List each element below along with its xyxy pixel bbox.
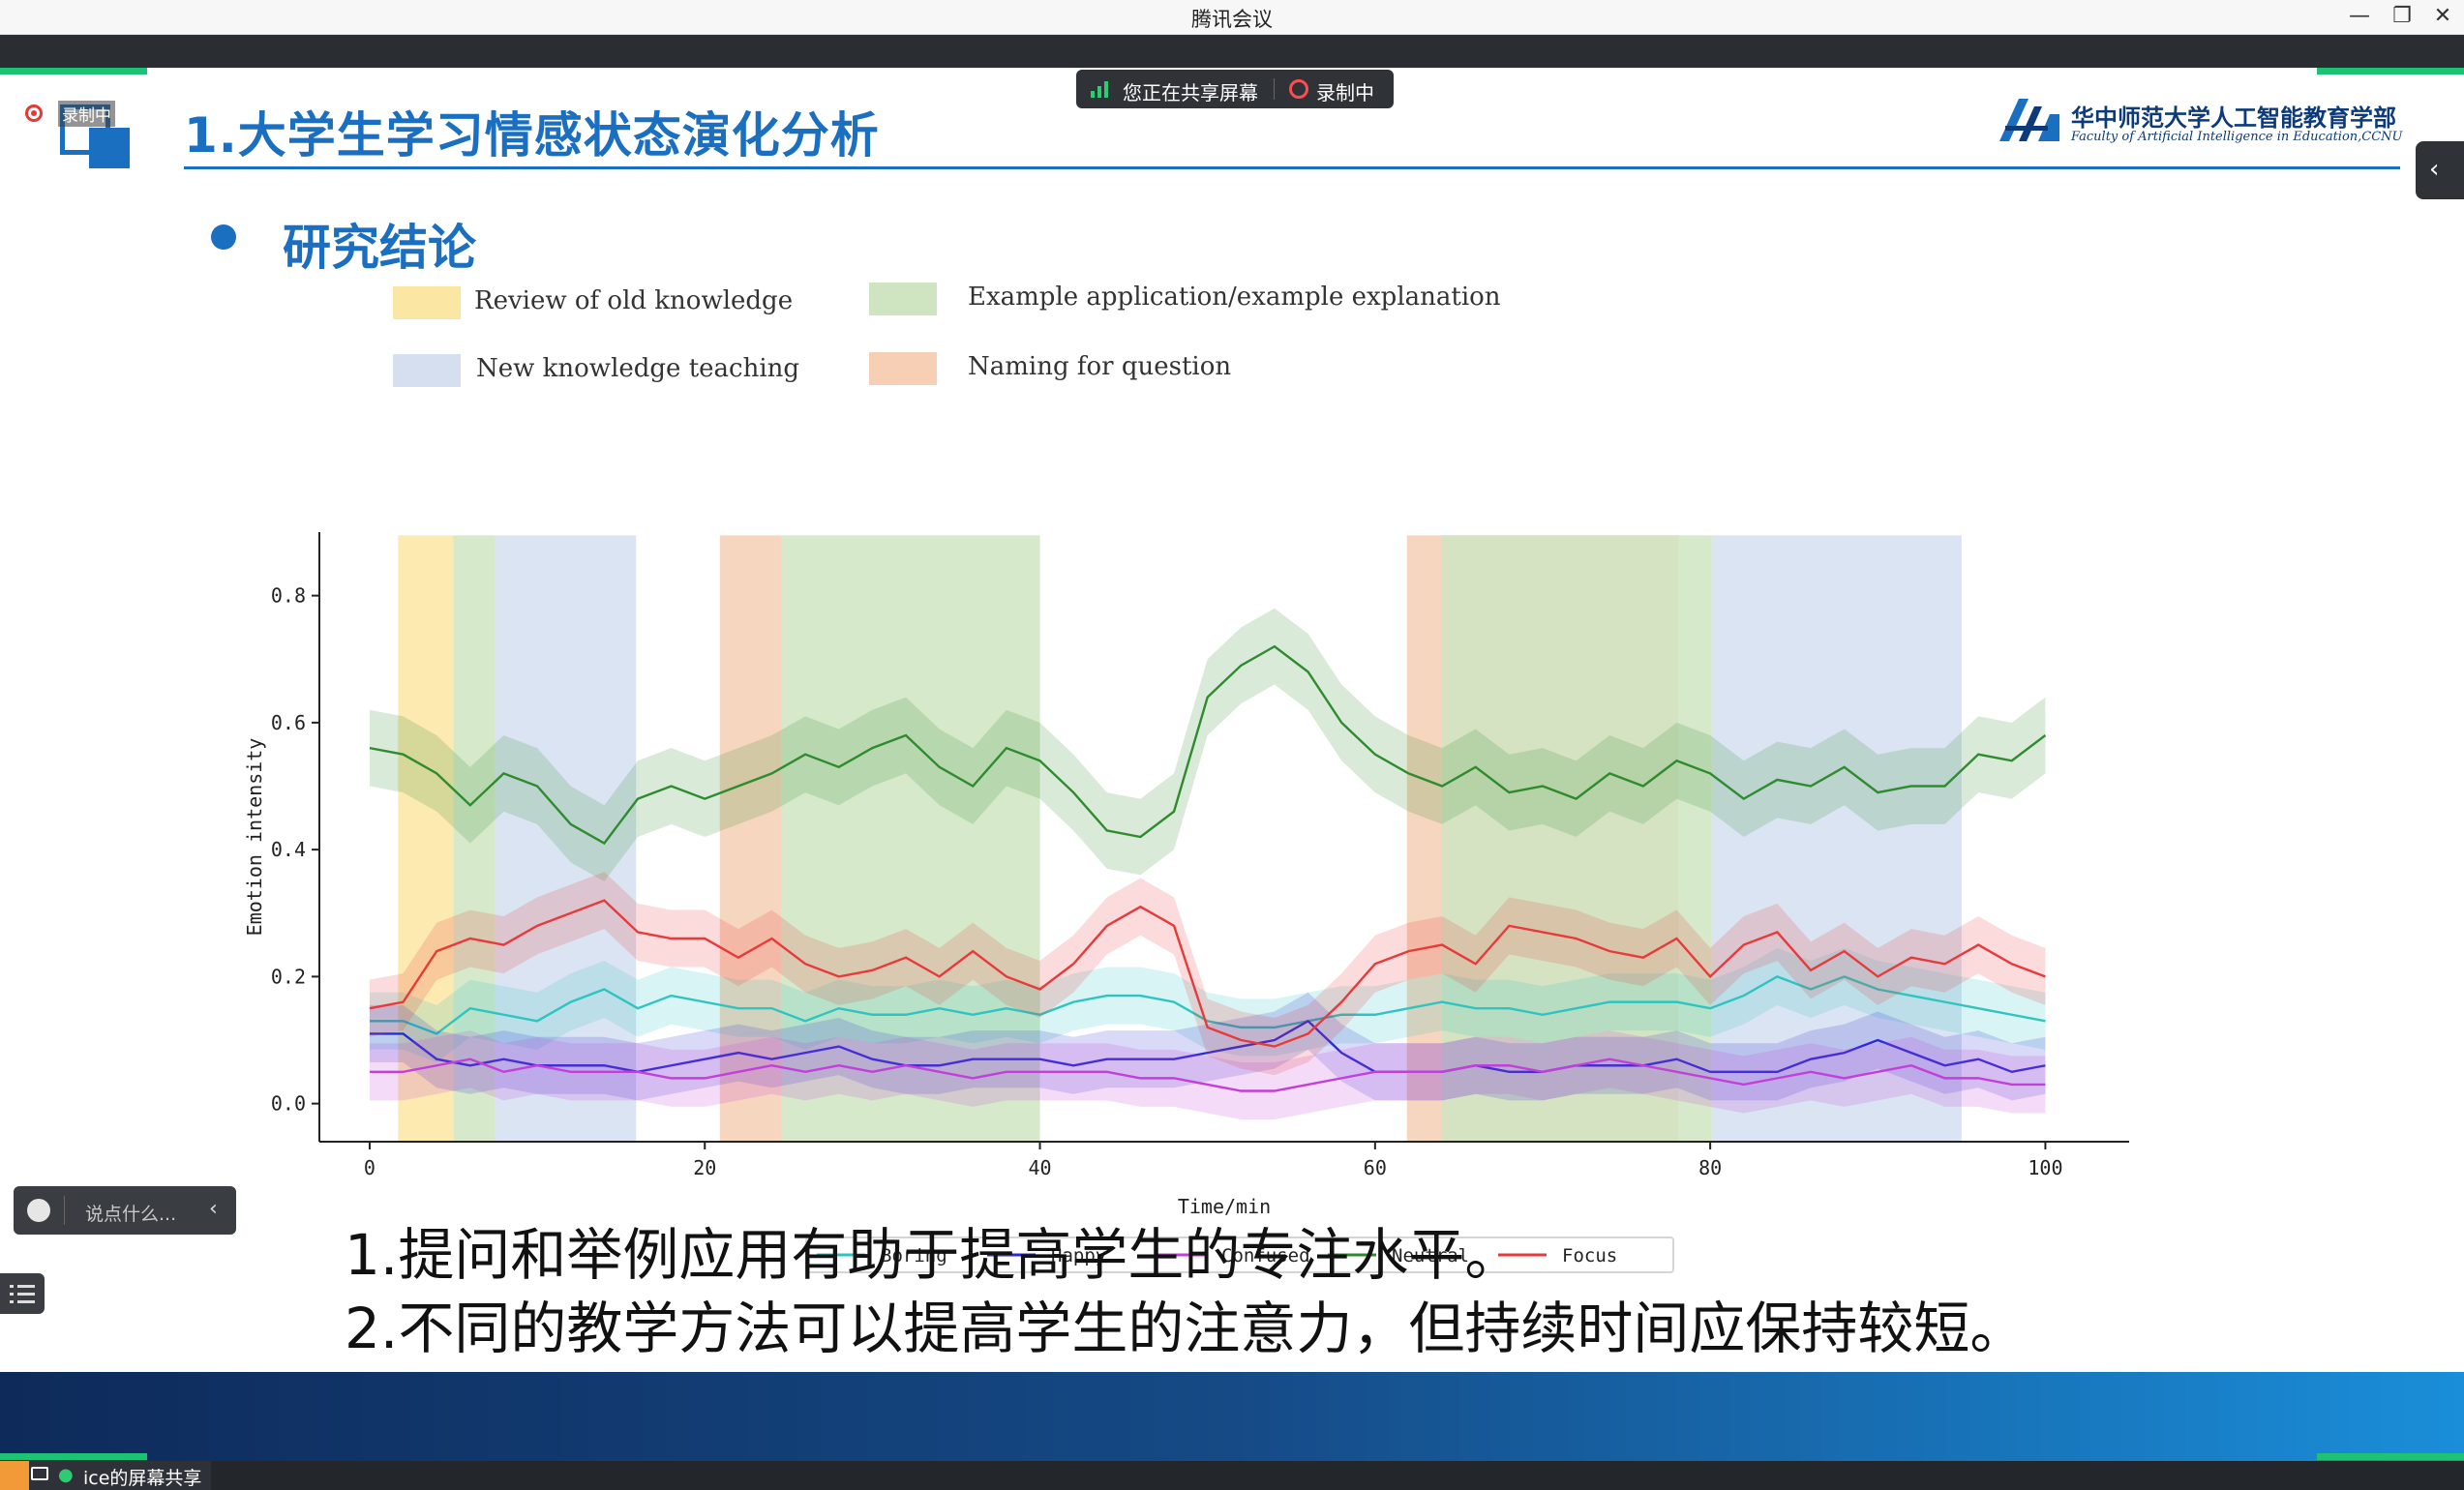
phase-label-review: Review of old knowledge [474, 286, 794, 315]
share-border-right [2317, 68, 2464, 74]
minimize-button[interactable]: — [2338, 0, 2381, 35]
section-heading: 研究结论 [283, 220, 476, 276]
phase-swatch-review [393, 286, 461, 319]
phase-swatch-new-knowledge [393, 354, 461, 387]
slide-title: 1.大学生学习情感状态演化分析 [184, 107, 880, 164]
title-divider [184, 166, 2400, 169]
emotion-intensity-chart: 0.00.20.40.60.80 20 40 60 80 100Time/minEmoti… [243, 532, 2129, 1218]
y-tick-label: 0.6 [271, 711, 306, 734]
chat-input[interactable]: 说点什么... ‹ [14, 1186, 236, 1235]
x-tick-label: 40 [1028, 1156, 1051, 1179]
user-icon[interactable] [0, 1461, 29, 1490]
legend-label-focus: Focus [1562, 1245, 1617, 1266]
share-border-bottom-right [2317, 1453, 2464, 1460]
share-border-bottom-left [0, 1453, 147, 1460]
university-english-name: Faculty of Artificial Intelligence in Ed… [2071, 130, 2403, 144]
y-tick-label: 0.2 [271, 965, 306, 988]
presenter-bar: ● ice的屏幕共享 [0, 1461, 2464, 1490]
bullet-icon [211, 224, 236, 250]
collapse-chevron-icon[interactable]: ‹ [209, 1197, 218, 1221]
slide-footer-band [0, 1372, 2464, 1461]
phase-swatch-question [869, 352, 937, 385]
university-name: 华中师范大学人工智能教育学部 [2071, 104, 2396, 132]
conclusion-1: 1.提问和举例应用有助于提高学生的专注水平。 [345, 1222, 1521, 1288]
conclusion-2: 2.不同的教学方法可以提高学生的注意力，但持续时间应保持较短。 [345, 1296, 2027, 1361]
window-title: 腾讯会议 [1191, 8, 1273, 31]
window-titlebar: 腾讯会议 — ❐ ✕ [0, 0, 2464, 35]
phase-label-example: Example application/example explanation [968, 283, 1501, 312]
side-panel-toggle[interactable]: ‹ [2416, 141, 2464, 199]
y-tick-label: 0.8 [271, 584, 306, 608]
list-icon[interactable] [0, 1273, 45, 1314]
slide-logo-accent [89, 128, 130, 168]
recording-mini-label: 录制中 [58, 101, 115, 127]
x-tick-label: 100 [2028, 1156, 2062, 1179]
phase-label-question: Naming for question [968, 352, 1232, 381]
y-axis-label: Emotion intensity [243, 738, 266, 937]
phase-swatch-example [869, 283, 937, 315]
chat-placeholder: 说点什么... [85, 1204, 177, 1225]
x-tick-label: 20 [693, 1156, 716, 1179]
recording-status-text[interactable]: 录制中 [1316, 77, 1374, 105]
close-button[interactable]: ✕ [2421, 0, 2464, 35]
expand-chevron-icon[interactable]: ‹ [2429, 155, 2439, 184]
phase-label-new-knowledge: New knowledge teaching [476, 354, 800, 383]
y-tick-label: 0.4 [271, 838, 306, 861]
presenter-label: ice的屏幕共享 [83, 1468, 202, 1489]
presenter-badge: ● ice的屏幕共享 [29, 1461, 211, 1490]
share-border-left [0, 68, 147, 74]
university-logo-icon [1999, 99, 2059, 141]
x-tick-label: 60 [1364, 1156, 1387, 1179]
y-tick-label: 0.0 [271, 1092, 306, 1116]
meeting-toolbar [0, 35, 2464, 68]
shared-slide: 录制中 1.大学生学习情感状态演化分析 华中师范大学人工智能教育学部 Facul… [0, 68, 2464, 1461]
sharing-status-text: 您正在共享屏幕 [1123, 81, 1258, 104]
chat-divider [64, 1196, 65, 1225]
record-icon [1289, 79, 1308, 99]
x-tick-label: 80 [1698, 1156, 1722, 1179]
x-tick-label: 0 [364, 1156, 376, 1179]
signal-icon [1091, 81, 1108, 98]
screen-share-icon [31, 1467, 48, 1480]
emoji-icon[interactable] [27, 1199, 50, 1222]
sharing-status-pill[interactable]: 您正在共享屏幕 录制中 [1076, 70, 1394, 108]
restore-button[interactable]: ❐ [2381, 0, 2423, 35]
microphone-icon: ● [58, 1465, 74, 1485]
pill-divider [1274, 78, 1275, 100]
recording-indicator-icon [25, 104, 43, 122]
